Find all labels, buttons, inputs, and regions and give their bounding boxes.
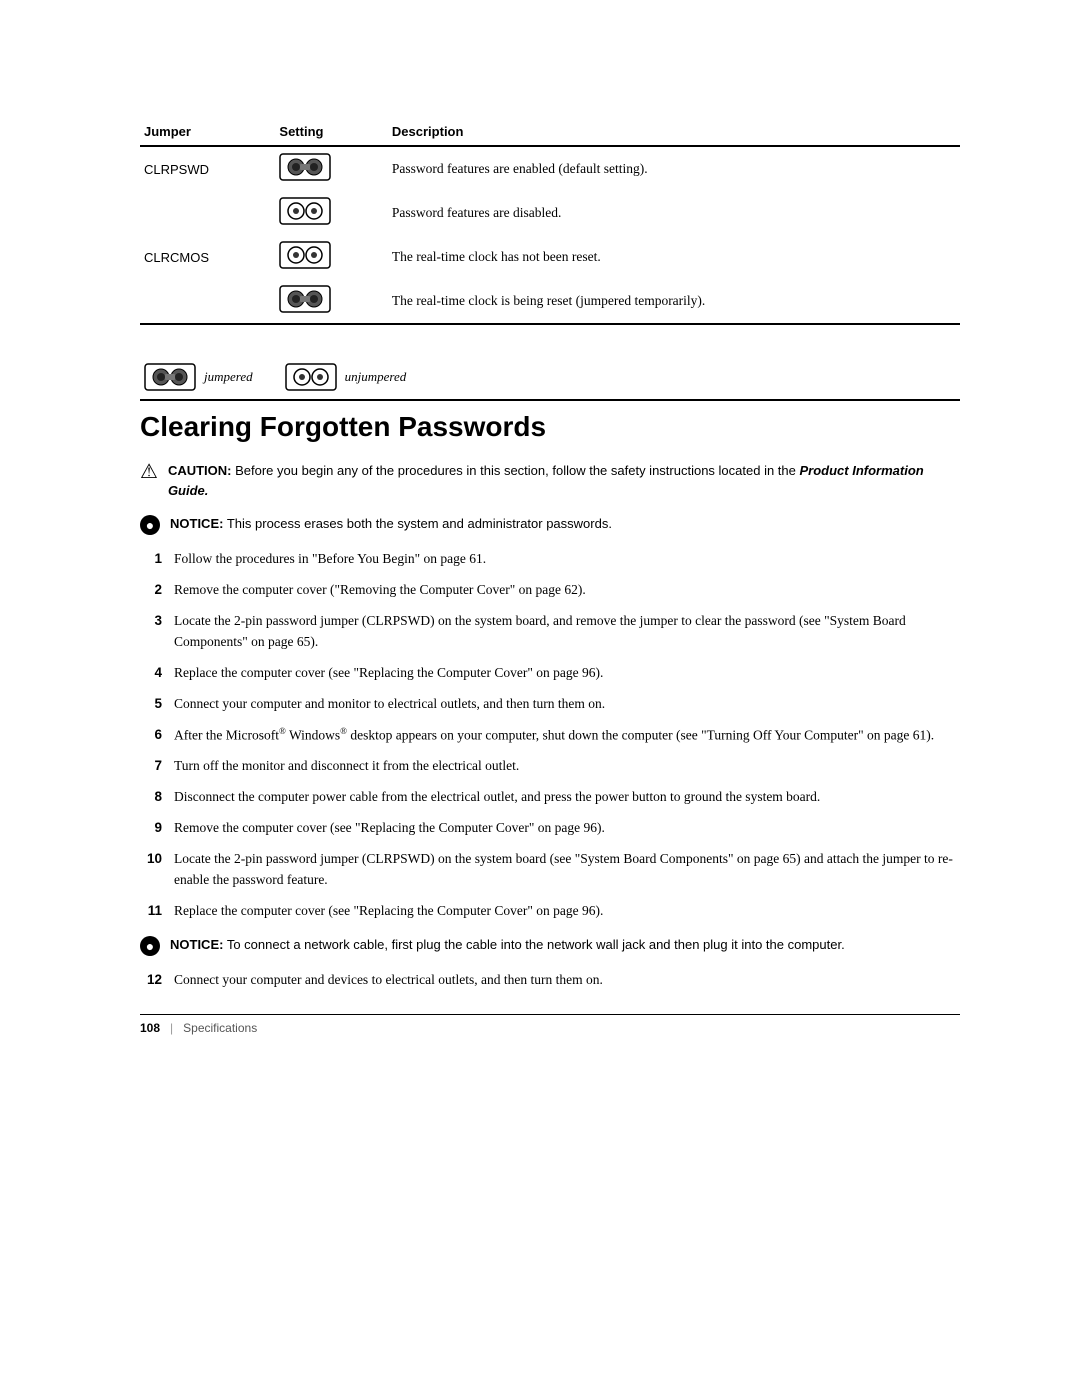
notice2-text: NOTICE: To connect a network cable, firs…: [170, 935, 845, 955]
list-item: 5 Connect your computer and monitor to e…: [140, 694, 960, 715]
step-text: Replace the computer cover (see "Replaci…: [174, 901, 960, 922]
list-item: 11 Replace the computer cover (see "Repl…: [140, 901, 960, 922]
legend-empty-icon: [285, 363, 337, 391]
jumper-table: Jumper Setting Description CLRPSWD: [140, 120, 960, 325]
notice1-label: NOTICE:: [170, 516, 223, 531]
list-item: 10 Locate the 2-pin password jumper (CLR…: [140, 849, 960, 891]
step-number: 8: [140, 787, 162, 808]
legend-empty-label: unjumpered: [345, 369, 407, 385]
table-row: CLRPSWD Password features are enabled (d…: [140, 146, 960, 191]
step-number: 2: [140, 580, 162, 601]
steps-list: 1 Follow the procedures in "Before You B…: [140, 549, 960, 921]
section-heading: Clearing Forgotten Passwords: [140, 411, 960, 443]
list-item: 12 Connect your computer and devices to …: [140, 970, 960, 991]
step-number: 6: [140, 725, 162, 746]
step-number: 11: [140, 901, 162, 922]
caution-text: CAUTION: Before you begin any of the pro…: [168, 461, 960, 500]
page: Jumper Setting Description CLRPSWD: [0, 0, 1080, 1085]
jumper-name: CLRPSWD: [140, 146, 275, 191]
step-number: 12: [140, 970, 162, 991]
caution-label: CAUTION:: [168, 463, 232, 478]
jumper-setting-icon-empty: [275, 191, 388, 235]
filled-jumper-icon: [279, 153, 331, 181]
step-text: Disconnect the computer power cable from…: [174, 787, 960, 808]
step-number: 10: [140, 849, 162, 870]
notice1-text: NOTICE: This process erases both the sys…: [170, 514, 612, 534]
empty-jumper-icon-2: [279, 241, 331, 269]
notice1-body: This process erases both the system and …: [227, 516, 612, 531]
footer: 108 | Specifications: [140, 1014, 960, 1035]
notice2-block: ● NOTICE: To connect a network cable, fi…: [140, 935, 960, 956]
jumper-description: The real-time clock has not been reset.: [388, 235, 960, 279]
step-text: Follow the procedures in "Before You Beg…: [174, 549, 960, 570]
notice-icon: ●: [140, 515, 160, 535]
col-header-setting: Setting: [275, 120, 388, 146]
jumper-name-empty: [140, 191, 275, 235]
step-text: Locate the 2-pin password jumper (CLRPSW…: [174, 611, 960, 653]
step-text: Replace the computer cover (see "Replaci…: [174, 663, 960, 684]
list-item: 1 Follow the procedures in "Before You B…: [140, 549, 960, 570]
jumper-setting-icon: [275, 146, 388, 191]
legend-row: jumpered unjumpered: [140, 355, 960, 401]
col-header-description: Description: [388, 120, 960, 146]
empty-jumper-icon: [279, 197, 331, 225]
list-item: 6 After the Microsoft® Windows® desktop …: [140, 725, 960, 746]
step-text: Connect your computer and monitor to ele…: [174, 694, 960, 715]
table-row: The real-time clock is being reset (jump…: [140, 279, 960, 324]
list-item: 2 Remove the computer cover ("Removing t…: [140, 580, 960, 601]
jumper-name-empty: [140, 279, 275, 324]
table-row: Password features are disabled.: [140, 191, 960, 235]
caution-block: ⚠ CAUTION: Before you begin any of the p…: [140, 461, 960, 500]
legend-filled-label: jumpered: [204, 369, 253, 385]
table-row: CLRCMOS The real-time clock has not been…: [140, 235, 960, 279]
footer-page-number: 108: [140, 1021, 160, 1035]
step-number: 9: [140, 818, 162, 839]
final-step-list: 12 Connect your computer and devices to …: [140, 970, 960, 991]
jumper-setting-icon-filled2: [275, 279, 388, 324]
list-item: 3 Locate the 2-pin password jumper (CLRP…: [140, 611, 960, 653]
col-header-jumper: Jumper: [140, 120, 275, 146]
notice2-label: NOTICE:: [170, 937, 223, 952]
notice1-block: ● NOTICE: This process erases both the s…: [140, 514, 960, 535]
list-item: 7 Turn off the monitor and disconnect it…: [140, 756, 960, 777]
step-text: Connect your computer and devices to ele…: [174, 970, 960, 991]
jumper-setting-icon: [275, 235, 388, 279]
filled-jumper-icon-2: [279, 285, 331, 313]
jumper-description: Password features are enabled (default s…: [388, 146, 960, 191]
jumper-description: The real-time clock is being reset (jump…: [388, 279, 960, 324]
step-number: 4: [140, 663, 162, 684]
step-text: Remove the computer cover ("Removing the…: [174, 580, 960, 601]
list-item: 4 Replace the computer cover (see "Repla…: [140, 663, 960, 684]
footer-section-label: Specifications: [183, 1021, 257, 1035]
step-text: Turn off the monitor and disconnect it f…: [174, 756, 960, 777]
step-number: 3: [140, 611, 162, 632]
footer-divider: |: [170, 1021, 173, 1035]
legend-filled-icon: [144, 363, 196, 391]
step-text: Remove the computer cover (see "Replacin…: [174, 818, 960, 839]
step-number: 7: [140, 756, 162, 777]
notice2-body: To connect a network cable, first plug t…: [227, 937, 845, 952]
jumper-name: CLRCMOS: [140, 235, 275, 279]
list-item: 9 Remove the computer cover (see "Replac…: [140, 818, 960, 839]
step-text: After the Microsoft® Windows® desktop ap…: [174, 725, 960, 746]
notice2-icon: ●: [140, 936, 160, 956]
caution-icon: ⚠: [140, 462, 158, 482]
step-number: 5: [140, 694, 162, 715]
caution-body: Before you begin any of the procedures i…: [235, 463, 799, 478]
list-item: 8 Disconnect the computer power cable fr…: [140, 787, 960, 808]
step-text: Locate the 2-pin password jumper (CLRPSW…: [174, 849, 960, 891]
jumper-description: Password features are disabled.: [388, 191, 960, 235]
step-number: 1: [140, 549, 162, 570]
